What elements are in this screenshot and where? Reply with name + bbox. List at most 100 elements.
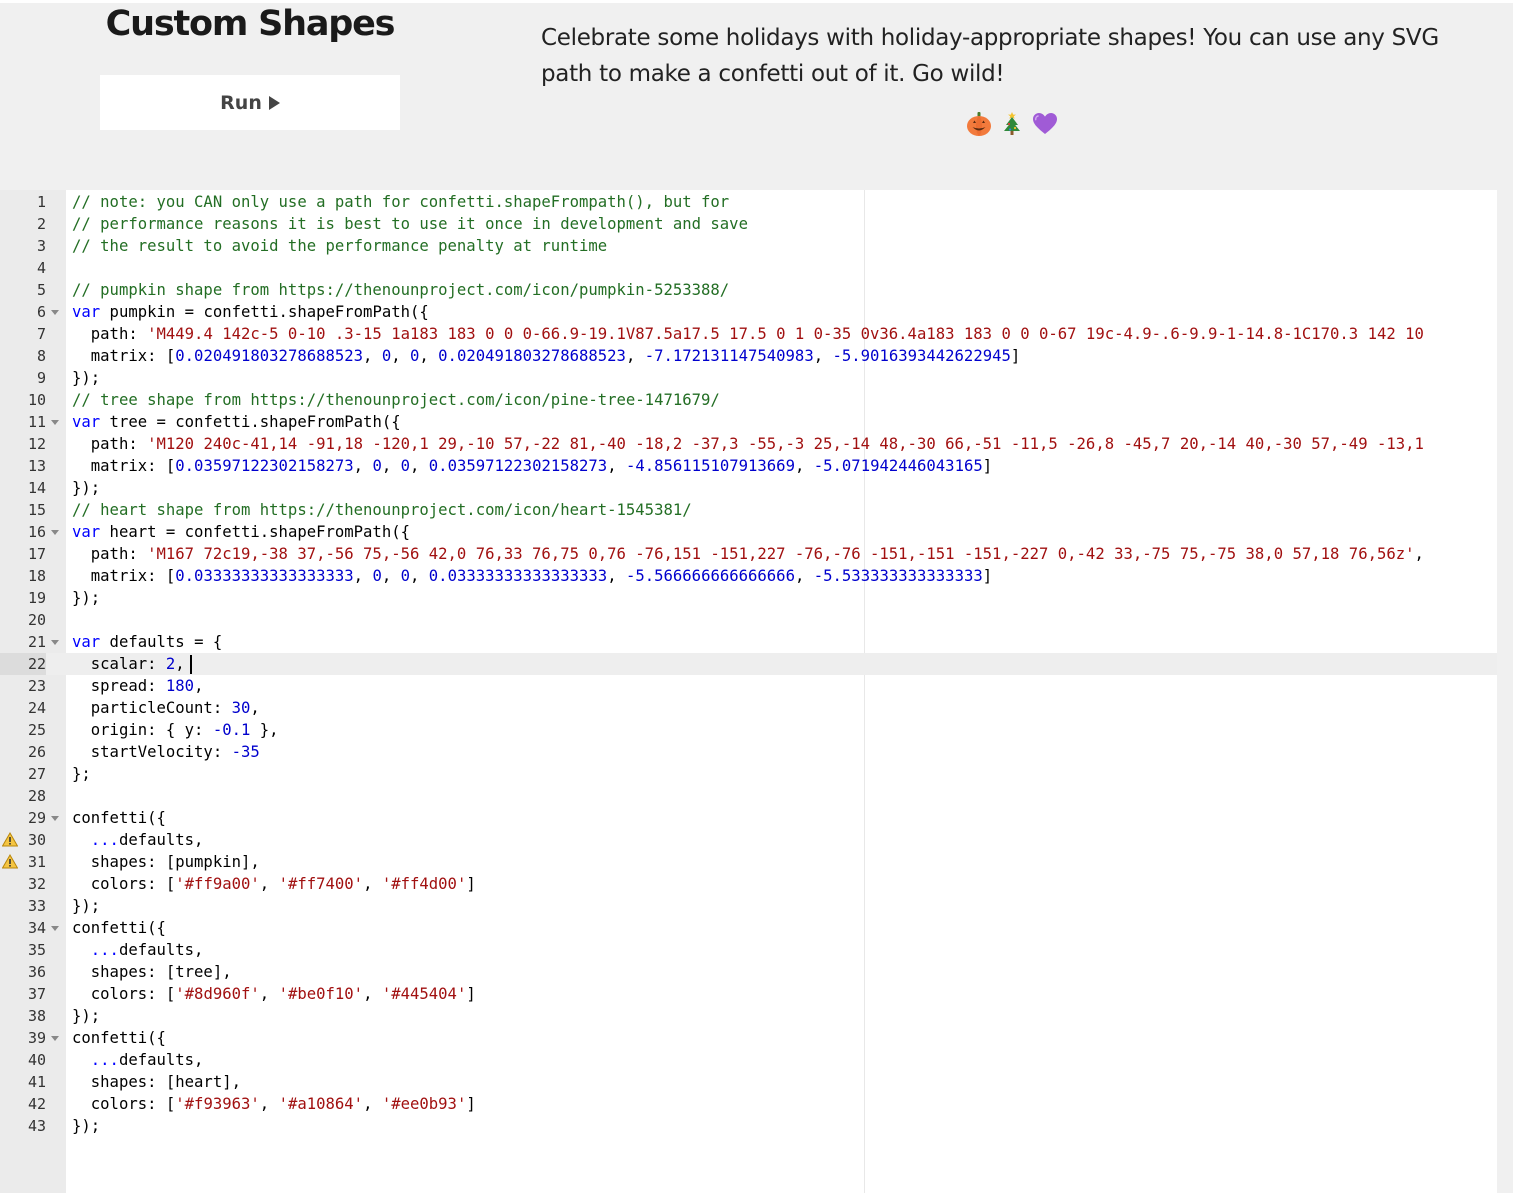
purple-heart-icon [1033,113,1057,134]
code-text: ...defaults, [90,831,204,849]
code-line[interactable]: 25 origin: { y: -0.1 }, [0,719,1497,741]
code-line[interactable]: 15 // heart shape from https://thenounpro… [0,499,1497,521]
code-line[interactable]: 35 ...defaults, [0,939,1497,961]
code-line[interactable]: 19}); [0,587,1497,609]
code-text: }); [72,589,101,607]
fold-toggle-icon[interactable] [51,926,59,931]
line-number: 17 [27,545,46,563]
line-number: 1 [36,193,46,211]
code-editor[interactable]: 1 // note: you CAN only use a path for co… [0,190,1497,1193]
code-text: confetti({ [72,1029,166,1047]
code-text: shapes: [pumpkin], [72,853,260,871]
code-line[interactable]: 11 var tree = confetti.shapeFromPath({ [0,411,1497,433]
line-number: 24 [27,699,46,717]
code-line[interactable]: 42 colors: ['#f93963', '#a10864', '#ee0b… [0,1093,1497,1115]
code-text: path: 'M120 240c-41,14 -91,18 -120,1 29,… [72,435,1424,453]
code-line[interactable]: 10 // tree shape from https://thenounproj… [0,389,1497,411]
code-line[interactable]: 20 [0,609,1497,631]
code-line[interactable]: 28 [0,785,1497,807]
fold-toggle-icon[interactable] [51,420,59,425]
code-line[interactable]: 9}); [0,367,1497,389]
line-number: 38 [27,1007,46,1025]
line-number: 28 [27,787,46,805]
code-text: spread: 180, [72,677,204,695]
code-line[interactable]: 36 shapes: [tree], [0,961,1497,983]
code-line[interactable]: 24 particleCount: 30, [0,697,1497,719]
code-line[interactable]: 1 // note: you CAN only use a path for co… [0,191,1497,213]
code-text: scalar: 2, [72,655,185,673]
code-text: }); [72,479,101,497]
line-number: 22 [0,653,46,675]
fold-toggle-icon[interactable] [51,640,59,645]
code-line[interactable]: 34 confetti({ [0,917,1497,939]
line-number: 11 [27,413,46,431]
code-line[interactable]: 29 confetti({ [0,807,1497,829]
line-number: 4 [36,259,46,277]
code-line[interactable]: 23 spread: 180, [0,675,1497,697]
code-line[interactable]: 7 path: 'M449.4 142c-5 0-10 .3-15 1a183 … [0,323,1497,345]
code-line[interactable]: 13 matrix: [0.03597122302158273, 0, 0, 0… [0,455,1497,477]
code-text: shapes: [tree], [72,963,232,981]
code-line[interactable]: 31 shapes: [pumpkin], [0,851,1497,873]
code-text: path: 'M449.4 142c-5 0-10 .3-15 1a183 18… [72,325,1424,343]
code-text: }); [72,369,101,387]
code-text: // note: you CAN only use a path for con… [72,193,730,211]
code-line[interactable]: 30 ...defaults, [0,829,1497,851]
code-text: }; [72,765,91,783]
code-line[interactable]: 8 matrix: [0.020491803278688523, 0, 0, 0… [0,345,1497,367]
code-text: }); [72,1007,101,1025]
code-line[interactable]: 4 [0,257,1497,279]
code-text: colors: ['#ff9a00', '#ff7400', '#ff4d00'… [72,875,476,893]
code-line[interactable]: 12 path: 'M120 240c-41,14 -91,18 -120,1 … [0,433,1497,455]
code-line[interactable]: 2 // performance reasons it is best to us… [0,213,1497,235]
code-text: startVelocity: -35 [72,743,260,761]
code-line[interactable]: 43}); [0,1115,1497,1137]
code-line[interactable]: 40 ...defaults, [0,1049,1497,1071]
code-line[interactable]: 14}); [0,477,1497,499]
code-text: ...defaults, [90,1051,204,1069]
line-number: 12 [27,435,46,453]
code-text: }); [72,897,101,915]
code-line[interactable]: 18 matrix: [0.03333333333333333, 0, 0, 0… [0,565,1497,587]
code-line[interactable]: 37 colors: ['#8d960f', '#be0f10', '#4454… [0,983,1497,1005]
code-text: particleCount: 30, [72,699,260,717]
code-text: var defaults = { [72,633,223,651]
code-line[interactable]: 17 path: 'M167 72c19,-38 37,-56 75,-56 4… [0,543,1497,565]
code-line[interactable]: 6 var pumpkin = confetti.shapeFromPath({ [0,301,1497,323]
code-line[interactable]: 3 // the result to avoid the performance … [0,235,1497,257]
code-text: matrix: [0.03597122302158273, 0, 0, 0.03… [72,457,993,475]
code-line[interactable]: 22 scalar: 2, [0,653,1497,675]
line-number: 41 [27,1073,46,1091]
code-text: path: 'M167 72c19,-38 37,-56 75,-56 42,0… [72,545,1424,563]
code-line[interactable]: 41 shapes: [heart], [0,1071,1497,1093]
line-number: 31 [27,853,46,871]
code-text: var heart = confetti.shapeFromPath({ [72,523,410,541]
line-number: 35 [27,941,46,959]
code-text: matrix: [0.03333333333333333, 0, 0, 0.03… [72,567,993,585]
code-text: confetti({ [72,919,166,937]
fold-toggle-icon[interactable] [51,816,59,821]
code-line[interactable]: 16 var heart = confetti.shapeFromPath({ [0,521,1497,543]
code-line[interactable]: 32 colors: ['#ff9a00', '#ff7400', '#ff4d… [0,873,1497,895]
fold-toggle-icon[interactable] [51,310,59,315]
code-text: // performance reasons it is best to use… [72,215,748,233]
code-line[interactable]: 39 confetti({ [0,1027,1497,1049]
code-line[interactable]: 27}; [0,763,1497,785]
code-line[interactable]: 33}); [0,895,1497,917]
emoji-row [966,111,1065,137]
pumpkin-icon [967,112,991,136]
code-text: // the result to avoid the performance p… [72,237,608,255]
code-text: // pumpkin shape from https://thenounpro… [72,281,730,299]
line-number: 32 [27,875,46,893]
fold-toggle-icon[interactable] [51,1036,59,1041]
line-number: 9 [36,369,46,387]
fold-toggle-icon[interactable] [51,530,59,535]
code-line[interactable]: 26 startVelocity: -35 [0,741,1497,763]
run-button[interactable]: Run [100,75,400,130]
code-line[interactable]: 21 var defaults = { [0,631,1497,653]
code-line[interactable]: 38}); [0,1005,1497,1027]
play-icon [268,95,280,110]
code-line[interactable]: 5 // pumpkin shape from https://thenounpr… [0,279,1497,301]
